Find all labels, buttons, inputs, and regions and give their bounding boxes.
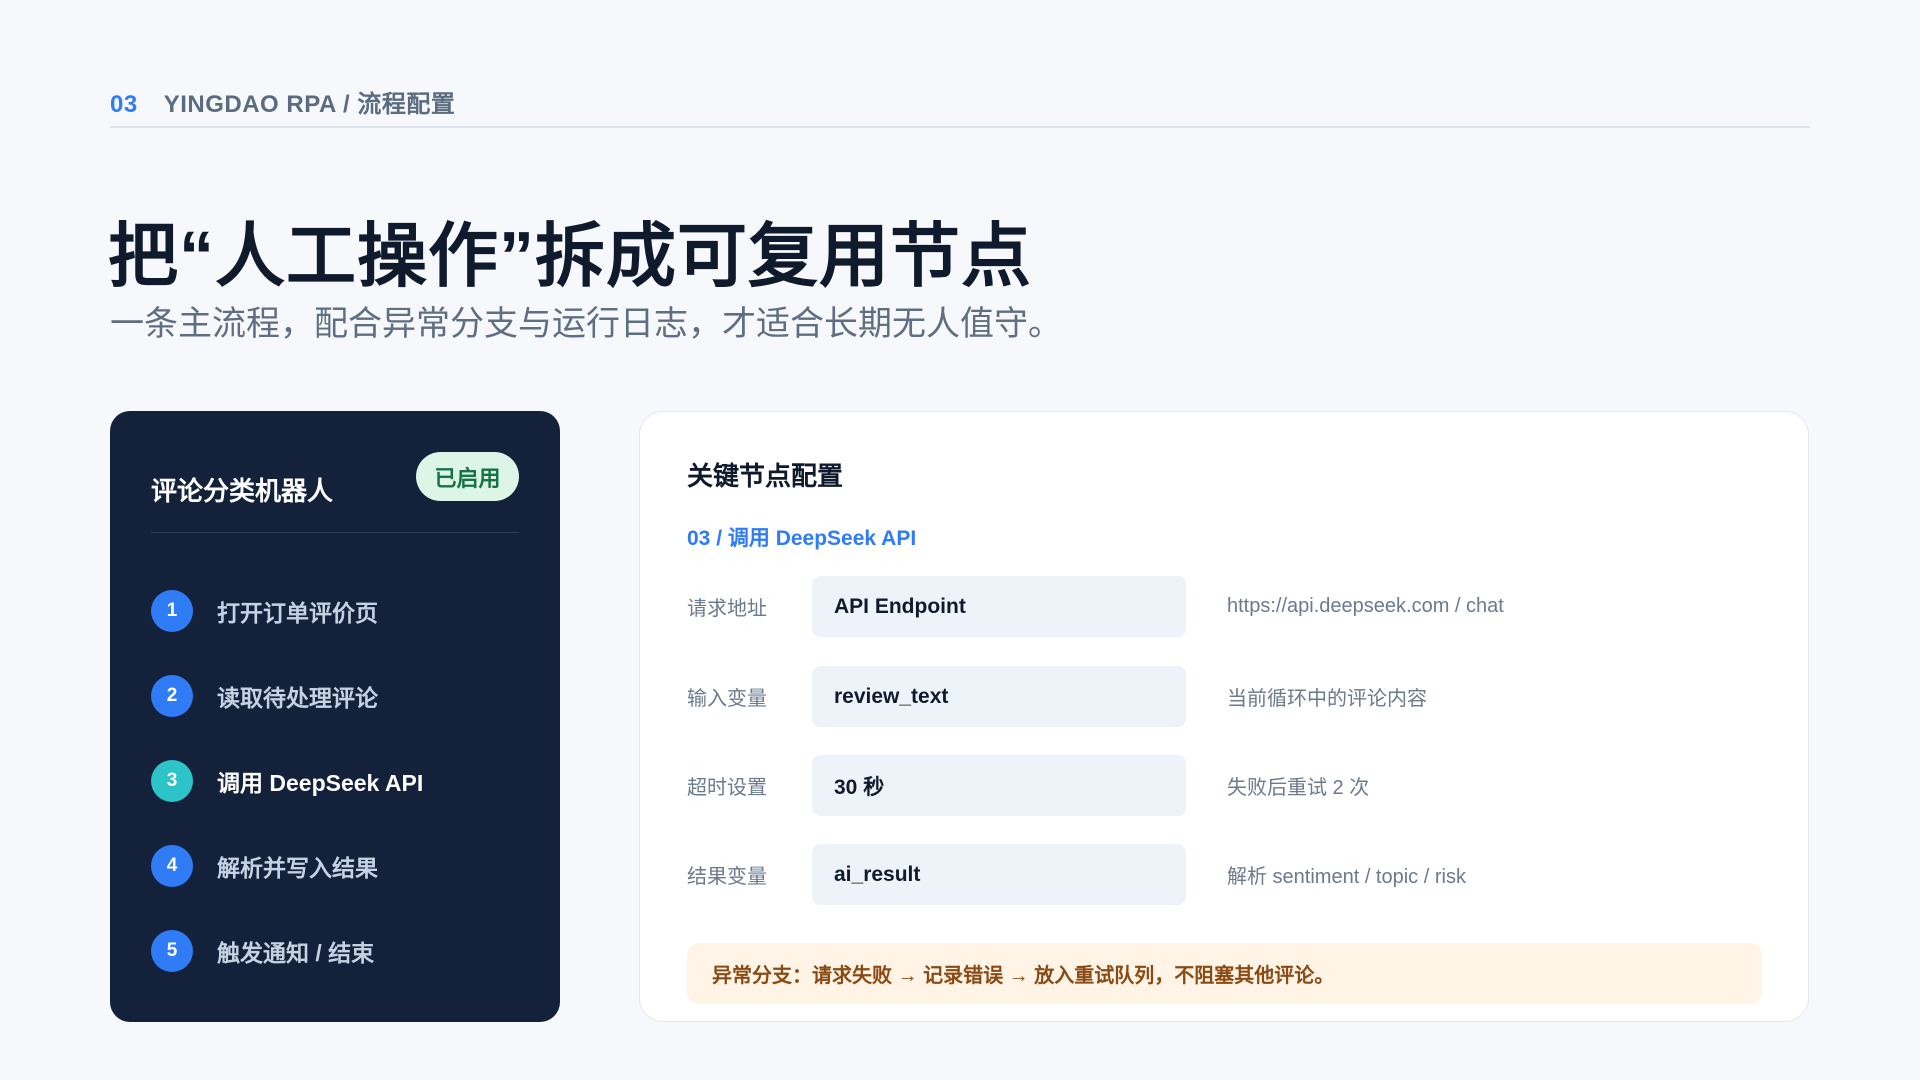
step-number: 5: [151, 930, 193, 972]
page-title: 把“人工操作”拆成可复用节点: [108, 217, 1032, 295]
page-subtitle: 一条主流程，配合异常分支与运行日志，才适合长期无人值守。: [110, 305, 1062, 343]
workflow-divider: [151, 532, 519, 533]
step-number: 4: [151, 845, 193, 887]
header-divider: [110, 126, 1810, 128]
step-label: 读取待处理评论: [217, 685, 378, 711]
config-label: 输入变量: [687, 688, 767, 710]
breadcrumb: YINGDAO RPA / 流程配置: [163, 91, 456, 118]
step-number: 2: [151, 675, 193, 717]
config-title: 关键节点配置: [687, 461, 844, 491]
step-label: 打开订单评价页: [217, 600, 378, 626]
config-node-name: 03 / 调用 DeepSeek API: [687, 527, 917, 550]
slide-page: 03 YINGDAO RPA / 流程配置 把“人工操作”拆成可复用节点 一条主…: [0, 0, 1920, 1080]
step-label: 解析并写入结果: [217, 855, 378, 881]
section-number: 03: [110, 91, 138, 118]
config-note: 当前循环中的评论内容: [1227, 688, 1427, 710]
config-note: 解析 sentiment / topic / risk: [1227, 866, 1466, 888]
step-number: 3: [151, 760, 193, 802]
config-label: 请求地址: [687, 598, 767, 620]
workflow-step-1[interactable]: 1 打开订单评价页: [151, 589, 521, 633]
config-row-result: 结果变量 ai_result 解析 sentiment / topic / ri…: [687, 844, 1767, 905]
workflow-title: 评论分类机器人: [151, 476, 334, 506]
status-badge: 已启用: [416, 452, 519, 501]
workflow-step-4[interactable]: 4 解析并写入结果: [151, 844, 521, 888]
exception-branch-note: 异常分支：请求失败 → 记录错误 → 放入重试队列，不阻塞其他评论。: [687, 943, 1762, 1004]
config-note: 失败后重试 2 次: [1227, 777, 1370, 799]
workflow-card: 评论分类机器人 已启用 1 打开订单评价页 2 读取待处理评论 3 调用 Dee…: [110, 411, 560, 1022]
workflow-step-5[interactable]: 5 触发通知 / 结束: [151, 929, 521, 973]
workflow-step-3[interactable]: 3 调用 DeepSeek API: [151, 759, 521, 803]
config-row-endpoint: 请求地址 API Endpoint https://api.deepseek.c…: [687, 576, 1767, 637]
config-value-field[interactable]: review_text: [812, 666, 1186, 727]
step-label: 调用 DeepSeek API: [217, 770, 424, 796]
step-number: 1: [151, 590, 193, 632]
config-row-input: 输入变量 review_text 当前循环中的评论内容: [687, 666, 1767, 727]
config-note: https://api.deepseek.com / chat: [1227, 595, 1504, 617]
config-label: 超时设置: [687, 777, 767, 799]
config-value-field[interactable]: 30 秒: [812, 755, 1186, 816]
config-row-timeout: 超时设置 30 秒 失败后重试 2 次: [687, 755, 1767, 816]
workflow-step-2[interactable]: 2 读取待处理评论: [151, 674, 521, 718]
config-panel: 关键节点配置 03 / 调用 DeepSeek API 请求地址 API End…: [639, 411, 1809, 1022]
config-value-field[interactable]: ai_result: [812, 844, 1186, 905]
step-label: 触发通知 / 结束: [217, 940, 375, 966]
section-header: 03 YINGDAO RPA / 流程配置: [110, 84, 455, 119]
config-value-field[interactable]: API Endpoint: [812, 576, 1186, 637]
config-label: 结果变量: [687, 866, 767, 888]
